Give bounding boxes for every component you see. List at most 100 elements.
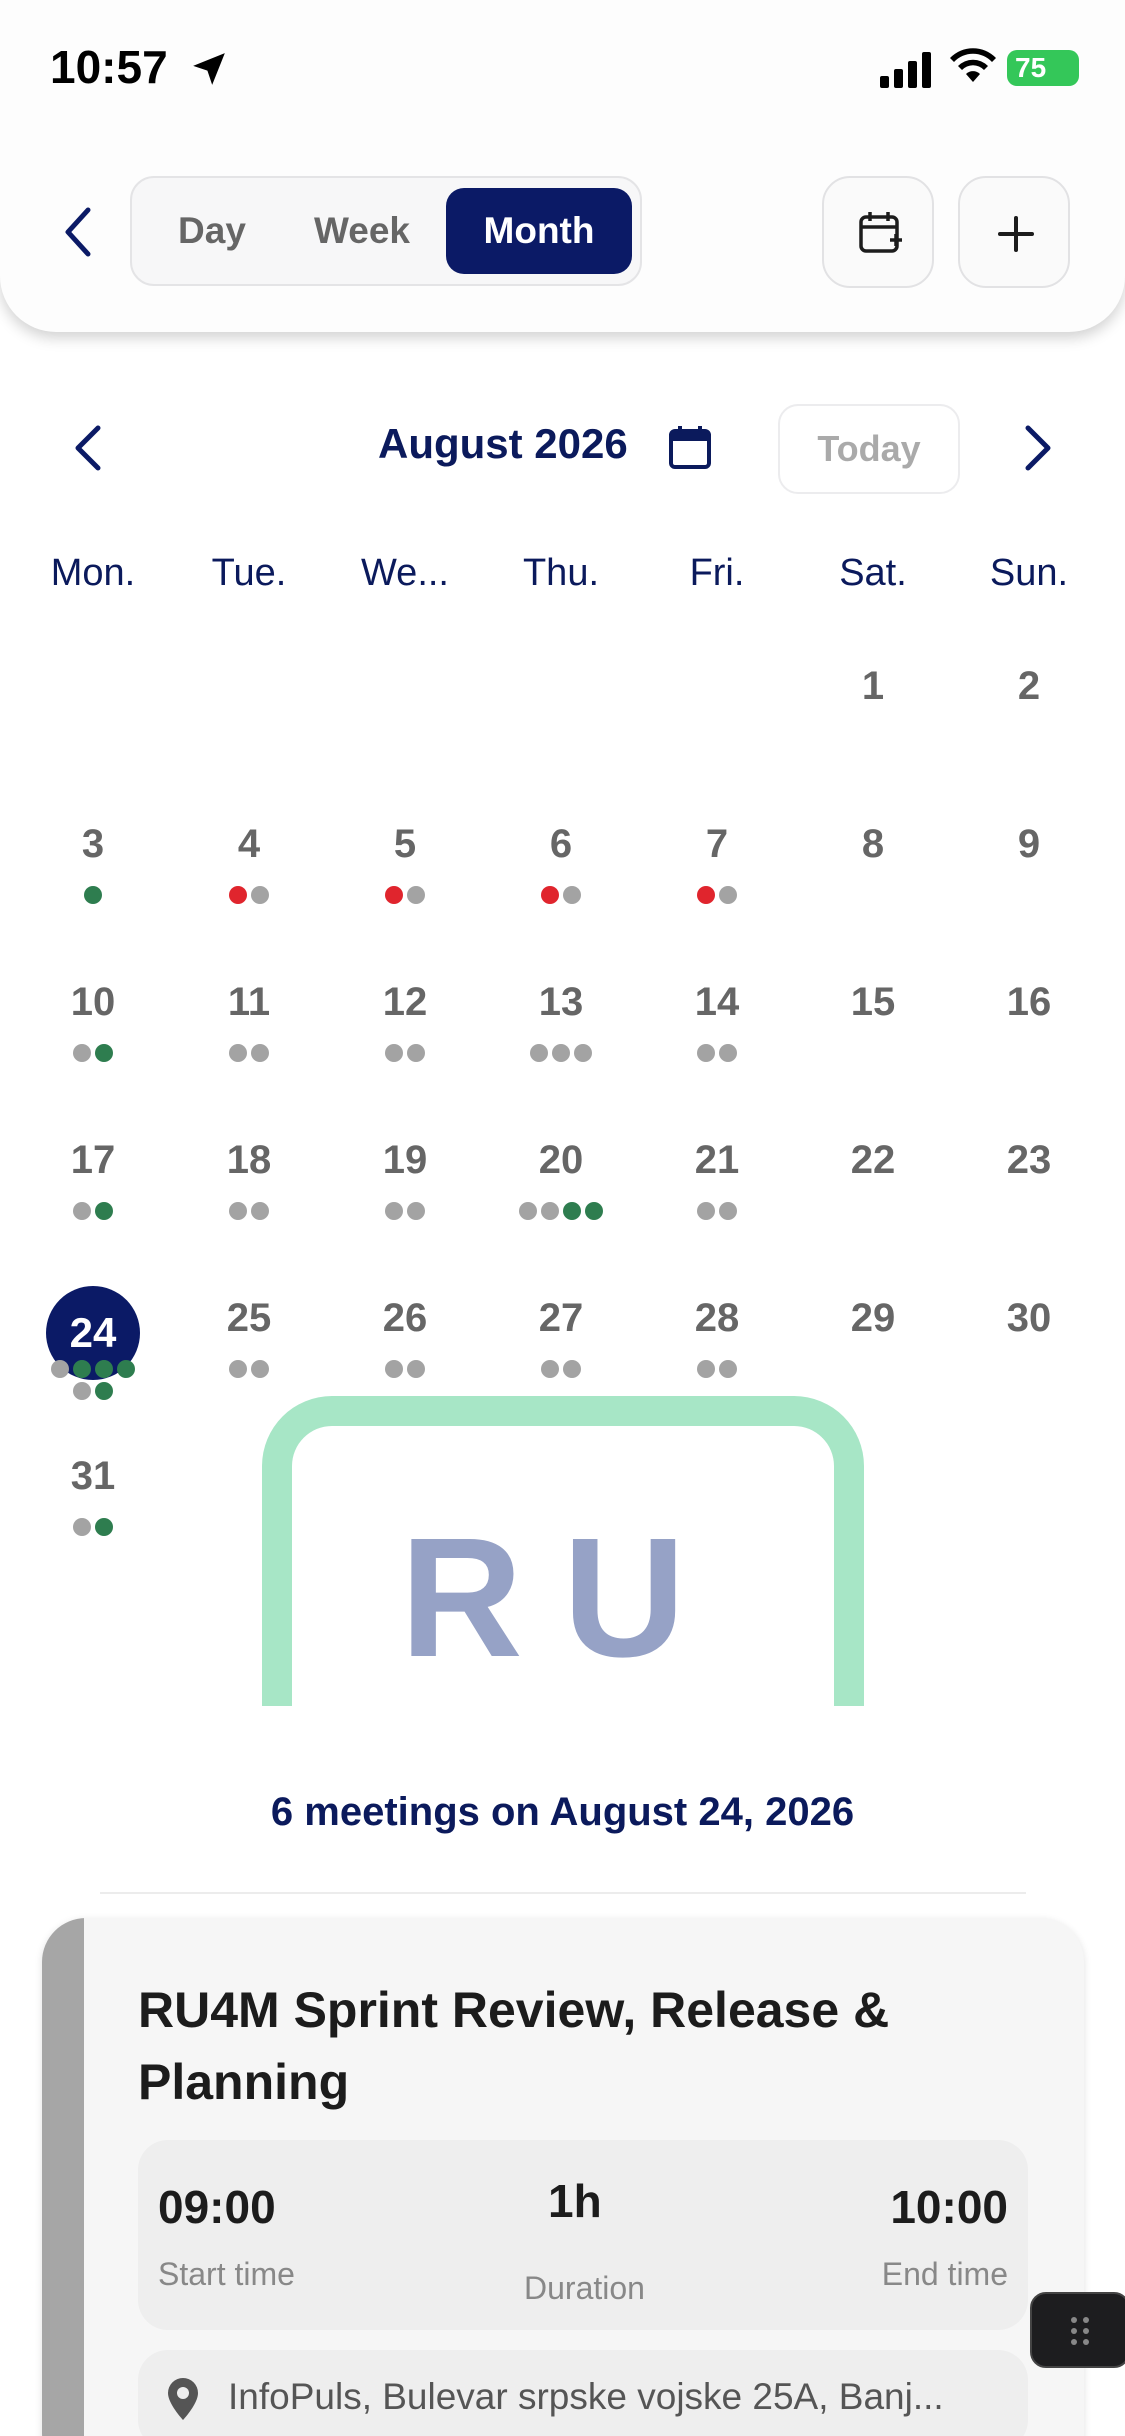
calendar-day[interactable]: 4 <box>171 822 327 867</box>
tab-week[interactable]: Week <box>292 188 432 274</box>
calendar-day[interactable]: 8 <box>795 822 951 867</box>
event-dot-green <box>95 1044 113 1062</box>
event-dot-gray <box>229 1044 247 1062</box>
battery-indicator: 75 <box>1007 50 1079 86</box>
calendar-day[interactable]: 18 <box>171 1138 327 1183</box>
event-dots <box>639 1044 795 1062</box>
calendar-day[interactable]: 13 <box>483 980 639 1025</box>
event-dot-gray <box>385 1202 403 1220</box>
event-dots <box>639 886 795 904</box>
event-dot-green <box>95 1382 113 1400</box>
calendar-day[interactable]: 2 <box>951 664 1107 709</box>
calendar-day[interactable]: 7 <box>639 822 795 867</box>
event-dots <box>327 1202 483 1220</box>
event-dot-gray <box>519 1202 537 1220</box>
calendar-day[interactable]: 22 <box>795 1138 951 1183</box>
calendar-day[interactable]: 31 <box>15 1454 171 1499</box>
event-dot-gray <box>719 1044 737 1062</box>
calendar-icon[interactable] <box>668 424 712 470</box>
weekday-tue: Tue. <box>211 552 287 594</box>
calendar-plus-icon <box>859 212 902 253</box>
calendar-day[interactable]: 11 <box>171 980 327 1025</box>
duration-label: Duration <box>524 2270 645 2306</box>
event-dot-gray <box>73 1202 91 1220</box>
event-dot-green <box>84 886 102 904</box>
start-time-label: Start time <box>158 2256 295 2292</box>
cellular-signal-icon <box>880 52 931 88</box>
next-month-icon[interactable] <box>1016 420 1060 476</box>
calendar-day[interactable]: 30 <box>951 1296 1107 1341</box>
grip-dots-icon <box>1071 2317 1089 2345</box>
weekday-thu: Thu. <box>522 552 600 594</box>
event-dot-gray <box>407 1202 425 1220</box>
calendar-day[interactable]: 23 <box>951 1138 1107 1183</box>
event-dots <box>15 1360 171 1378</box>
event-dot-gray <box>563 1360 581 1378</box>
event-dots <box>483 1044 639 1062</box>
event-dots <box>171 1360 327 1378</box>
event-dots <box>327 1360 483 1378</box>
event-dot-gray <box>541 1202 559 1220</box>
event-dots <box>639 1360 795 1378</box>
event-dot-gray <box>251 886 269 904</box>
calendar-day[interactable]: 20 <box>483 1138 639 1183</box>
meeting-card[interactable]: RU4M Sprint Review, Release & Planning 0… <box>42 1918 1084 2436</box>
calendar-day[interactable]: 17 <box>15 1138 171 1183</box>
event-dot-gray <box>385 1044 403 1062</box>
calendar-day[interactable]: 27 <box>483 1296 639 1341</box>
plus-icon <box>998 216 1034 252</box>
event-dots <box>15 1382 171 1400</box>
event-dot-gray <box>552 1044 570 1062</box>
tab-day[interactable]: Day <box>142 188 282 274</box>
divider <box>100 1892 1026 1894</box>
today-button[interactable]: Today <box>778 404 960 494</box>
meeting-time-box: 09:00 Start time 1h Duration 10:00 End t… <box>138 2140 1028 2330</box>
weekday-sat: Sat. <box>839 552 907 594</box>
calendar-day[interactable]: 25 <box>171 1296 327 1341</box>
calendar-day[interactable]: 29 <box>795 1296 951 1341</box>
back-chevron-icon[interactable] <box>48 200 112 264</box>
meeting-color-bar <box>42 1918 84 2436</box>
end-time: 10:00 <box>890 2181 1008 2233</box>
event-dot-gray <box>73 1382 91 1400</box>
event-dot-gray <box>719 1202 737 1220</box>
calendar-day[interactable]: 14 <box>639 980 795 1025</box>
event-dots <box>483 886 639 904</box>
add-to-calendar-button[interactable] <box>822 176 934 288</box>
calendar-day[interactable]: 28 <box>639 1296 795 1341</box>
calendar-day[interactable]: 5 <box>327 822 483 867</box>
calendar-day[interactable]: 3 <box>15 822 171 867</box>
end-time-label: End time <box>881 2256 1008 2292</box>
event-dot-gray <box>530 1044 548 1062</box>
event-dot-green <box>95 1360 113 1378</box>
calendar-day[interactable]: 6 <box>483 822 639 867</box>
month-title[interactable]: August 2026 <box>378 420 628 468</box>
event-dot-gray <box>229 1360 247 1378</box>
previous-month-icon[interactable] <box>66 420 110 476</box>
event-dots <box>171 1202 327 1220</box>
location-pin-icon <box>168 2378 198 2420</box>
event-dot-gray <box>697 1202 715 1220</box>
event-dot-green <box>117 1360 135 1378</box>
event-dot-red <box>385 886 403 904</box>
event-dots <box>171 886 327 904</box>
add-button[interactable] <box>958 176 1070 288</box>
event-dot-gray <box>563 886 581 904</box>
weekday-mon: Mon. <box>50 552 136 594</box>
tab-month[interactable]: Month <box>446 188 632 274</box>
calendar-day[interactable]: 15 <box>795 980 951 1025</box>
drag-handle-button[interactable] <box>1030 2292 1125 2368</box>
calendar-day[interactable]: 19 <box>327 1138 483 1183</box>
calendar-day[interactable]: 26 <box>327 1296 483 1341</box>
duration: 1h <box>548 2175 602 2227</box>
event-dots <box>171 1044 327 1062</box>
calendar-day[interactable]: 1 <box>795 664 951 709</box>
calendar-day[interactable]: 16 <box>951 980 1107 1025</box>
event-dot-red <box>229 886 247 904</box>
weekday-sun: Sun. <box>989 552 1069 594</box>
calendar-day[interactable]: 9 <box>951 822 1107 867</box>
calendar-day[interactable]: 12 <box>327 980 483 1025</box>
calendar-day[interactable]: 21 <box>639 1138 795 1183</box>
calendar-day[interactable]: 10 <box>15 980 171 1025</box>
event-dots <box>15 1044 171 1062</box>
